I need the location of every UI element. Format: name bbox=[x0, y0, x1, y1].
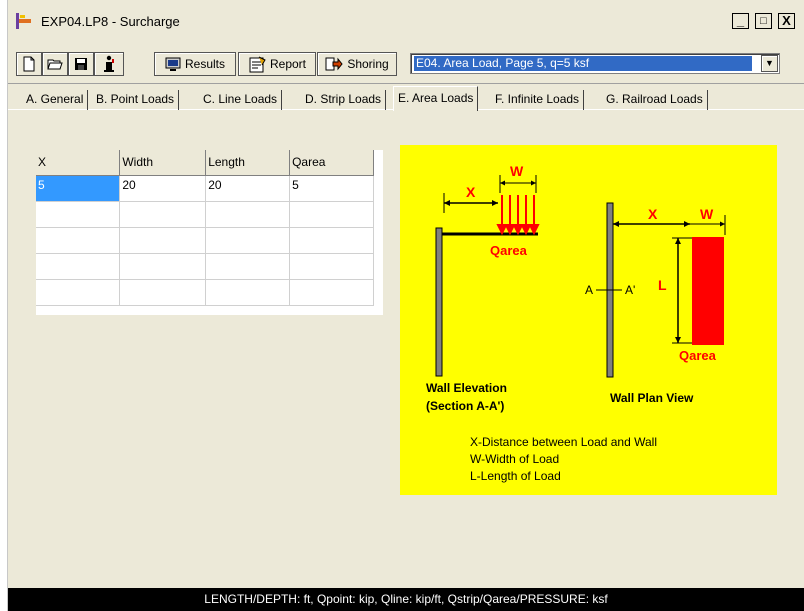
grid-cell[interactable]: 20 bbox=[205, 175, 291, 202]
grid-cell[interactable] bbox=[289, 227, 374, 254]
tab-infinite-loads[interactable]: F. Infinite Loads bbox=[491, 90, 585, 110]
grid-cell[interactable] bbox=[119, 253, 207, 280]
tab-railroad-loads[interactable]: G. Railroad Loads bbox=[602, 90, 708, 110]
chevron-down-icon[interactable]: ▼ bbox=[761, 55, 778, 72]
table-row bbox=[36, 201, 374, 228]
grid-cell[interactable] bbox=[205, 227, 291, 254]
grid-cell[interactable] bbox=[205, 201, 291, 228]
grid-cell[interactable] bbox=[36, 227, 121, 254]
plan-load-area bbox=[692, 237, 724, 345]
table-row bbox=[36, 253, 374, 280]
elevation-wall bbox=[435, 227, 443, 377]
table-row: 5 20 20 5 bbox=[36, 175, 374, 202]
info-icon bbox=[104, 55, 114, 72]
report-button[interactable]: Report bbox=[238, 52, 316, 76]
tab-point-loads[interactable]: B. Point Loads bbox=[92, 90, 180, 110]
shoring-icon bbox=[325, 57, 343, 71]
save-file-button[interactable] bbox=[68, 52, 94, 76]
grid-cell[interactable] bbox=[289, 253, 374, 280]
grid-header-row: X Width Length Qarea bbox=[36, 150, 374, 176]
column-header-qarea[interactable]: Qarea bbox=[289, 150, 374, 176]
plan-load-label: Qarea bbox=[679, 348, 717, 363]
window-left-edge bbox=[0, 0, 8, 611]
elevation-x-label: X bbox=[466, 184, 476, 200]
tab-general[interactable]: A. General bbox=[22, 90, 89, 110]
tab-area-loads[interactable]: E. Area Loads bbox=[393, 86, 479, 111]
grid-cell[interactable] bbox=[119, 279, 207, 306]
grid-cell[interactable] bbox=[36, 279, 121, 306]
legend-w: W-Width of Load bbox=[470, 452, 560, 466]
open-file-button[interactable] bbox=[42, 52, 68, 76]
example-select[interactable]: E04. Area Load, Page 5, q=5 ksf ▼ bbox=[410, 53, 780, 74]
tab-strip: A. General B. Point Loads C. Line Loads … bbox=[8, 86, 804, 111]
shoring-button[interactable]: Shoring bbox=[317, 52, 397, 76]
results-label: Results bbox=[184, 57, 225, 71]
monitor-icon bbox=[165, 57, 181, 71]
plan-l-label: L bbox=[658, 277, 667, 293]
save-icon bbox=[75, 58, 87, 70]
window-title: EXP04.LP8 - Surcharge bbox=[41, 14, 180, 29]
report-icon bbox=[249, 56, 266, 72]
grid-cell[interactable]: 20 bbox=[119, 175, 207, 202]
grid-cell[interactable] bbox=[205, 279, 291, 306]
plan-title: Wall Plan View bbox=[610, 391, 694, 405]
new-icon bbox=[23, 56, 35, 72]
grid-cell[interactable] bbox=[289, 201, 374, 228]
plan-w-label: W bbox=[700, 206, 714, 222]
info-button[interactable] bbox=[94, 52, 124, 76]
minimize-button[interactable]: _ bbox=[732, 13, 749, 29]
units-status-bar: LENGTH/DEPTH: ft, Qpoint: kip, Qline: ki… bbox=[8, 588, 804, 611]
app-window: EXP04.LP8 - Surcharge _ □ X Results Repo… bbox=[0, 0, 804, 611]
open-icon bbox=[47, 59, 63, 70]
column-header-length[interactable]: Length bbox=[205, 150, 291, 176]
maximize-button[interactable]: □ bbox=[755, 13, 772, 29]
report-label: Report bbox=[269, 57, 307, 71]
section-a-label: A bbox=[585, 283, 593, 297]
elevation-load-label: Qarea bbox=[490, 243, 528, 258]
tab-line-loads[interactable]: C. Line Loads bbox=[199, 90, 283, 110]
section-a-prime-label: A' bbox=[625, 283, 635, 297]
shoring-label: Shoring bbox=[347, 57, 389, 71]
example-select-value: E04. Area Load, Page 5, q=5 ksf bbox=[414, 56, 752, 71]
column-header-width[interactable]: Width bbox=[119, 150, 207, 176]
grid-cell[interactable] bbox=[205, 253, 291, 280]
elevation-title-line2: (Section A-A') bbox=[426, 399, 504, 413]
area-load-diagram: X W Qarea Wall Elevation (Section A-A') bbox=[400, 145, 777, 495]
elevation-w-label: W bbox=[510, 163, 524, 179]
toolbar: Results Report Shoring E04. Area Load, P… bbox=[8, 38, 804, 84]
grid-cell[interactable] bbox=[119, 201, 207, 228]
tab-strip-loads[interactable]: D. Strip Loads bbox=[301, 90, 387, 110]
grid-cell[interactable] bbox=[36, 201, 121, 228]
column-header-x[interactable]: X bbox=[36, 150, 121, 176]
legend-l: L-Length of Load bbox=[470, 469, 561, 483]
results-button[interactable]: Results bbox=[154, 52, 236, 76]
title-bar: EXP04.LP8 - Surcharge _ □ X bbox=[8, 8, 804, 34]
app-icon bbox=[16, 13, 31, 29]
grid-cell[interactable] bbox=[119, 227, 207, 254]
grid-cell[interactable] bbox=[36, 253, 121, 280]
area-loads-grid: X Width Length Qarea 5 20 20 5 bbox=[36, 150, 383, 315]
table-row bbox=[36, 279, 374, 306]
elevation-title-line1: Wall Elevation bbox=[426, 381, 507, 395]
plan-x-label: X bbox=[648, 206, 658, 222]
grid-cell[interactable]: 5 bbox=[36, 175, 121, 202]
grid-cell[interactable] bbox=[289, 279, 374, 306]
grid-cell[interactable]: 5 bbox=[289, 175, 374, 202]
legend-x: X-Distance between Load and Wall bbox=[470, 435, 657, 449]
close-button[interactable]: X bbox=[778, 13, 795, 29]
load-arrows bbox=[496, 195, 540, 236]
new-file-button[interactable] bbox=[16, 52, 42, 76]
table-row bbox=[36, 227, 374, 254]
